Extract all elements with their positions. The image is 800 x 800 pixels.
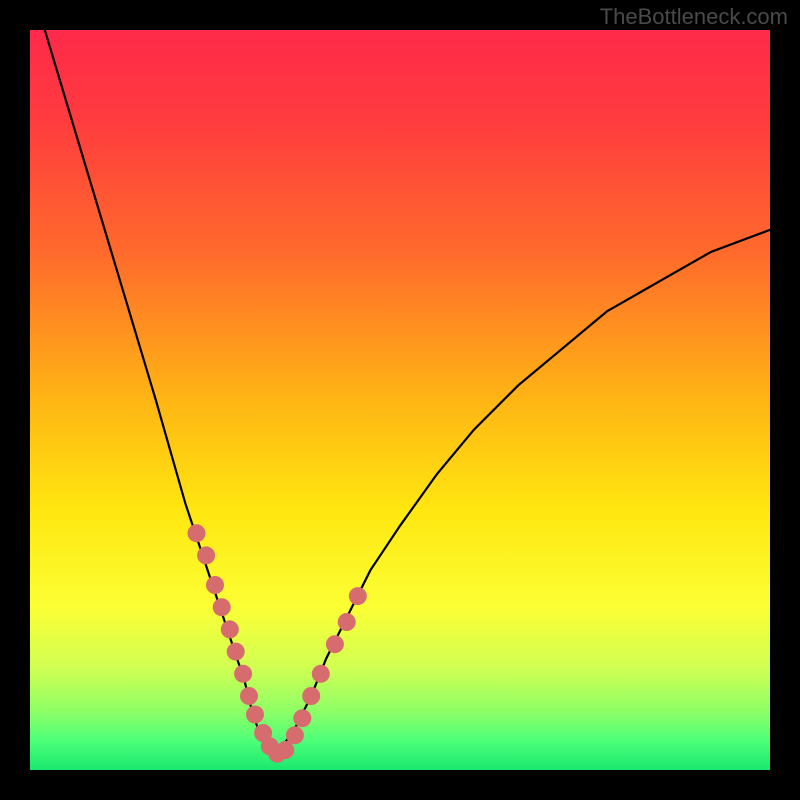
highlight-marker	[276, 741, 294, 759]
highlight-marker	[206, 576, 224, 594]
highlight-marker	[326, 635, 344, 653]
chart-svg	[30, 30, 770, 770]
watermark-text: TheBottleneck.com	[600, 4, 788, 30]
highlight-marker	[246, 706, 264, 724]
bottleneck-curve	[45, 30, 770, 755]
marker-group	[188, 524, 367, 763]
highlight-marker	[312, 665, 330, 683]
highlight-marker	[349, 587, 367, 605]
highlight-marker	[240, 687, 258, 705]
highlight-marker	[302, 687, 320, 705]
highlight-marker	[197, 546, 215, 564]
highlight-marker	[227, 643, 245, 661]
highlight-marker	[293, 709, 311, 727]
highlight-marker	[338, 613, 356, 631]
plot-area	[30, 30, 770, 770]
chart-outer-frame: TheBottleneck.com	[0, 0, 800, 800]
highlight-marker	[234, 665, 252, 683]
highlight-marker	[188, 524, 206, 542]
highlight-marker	[221, 620, 239, 638]
highlight-marker	[213, 598, 231, 616]
highlight-marker	[286, 726, 304, 744]
